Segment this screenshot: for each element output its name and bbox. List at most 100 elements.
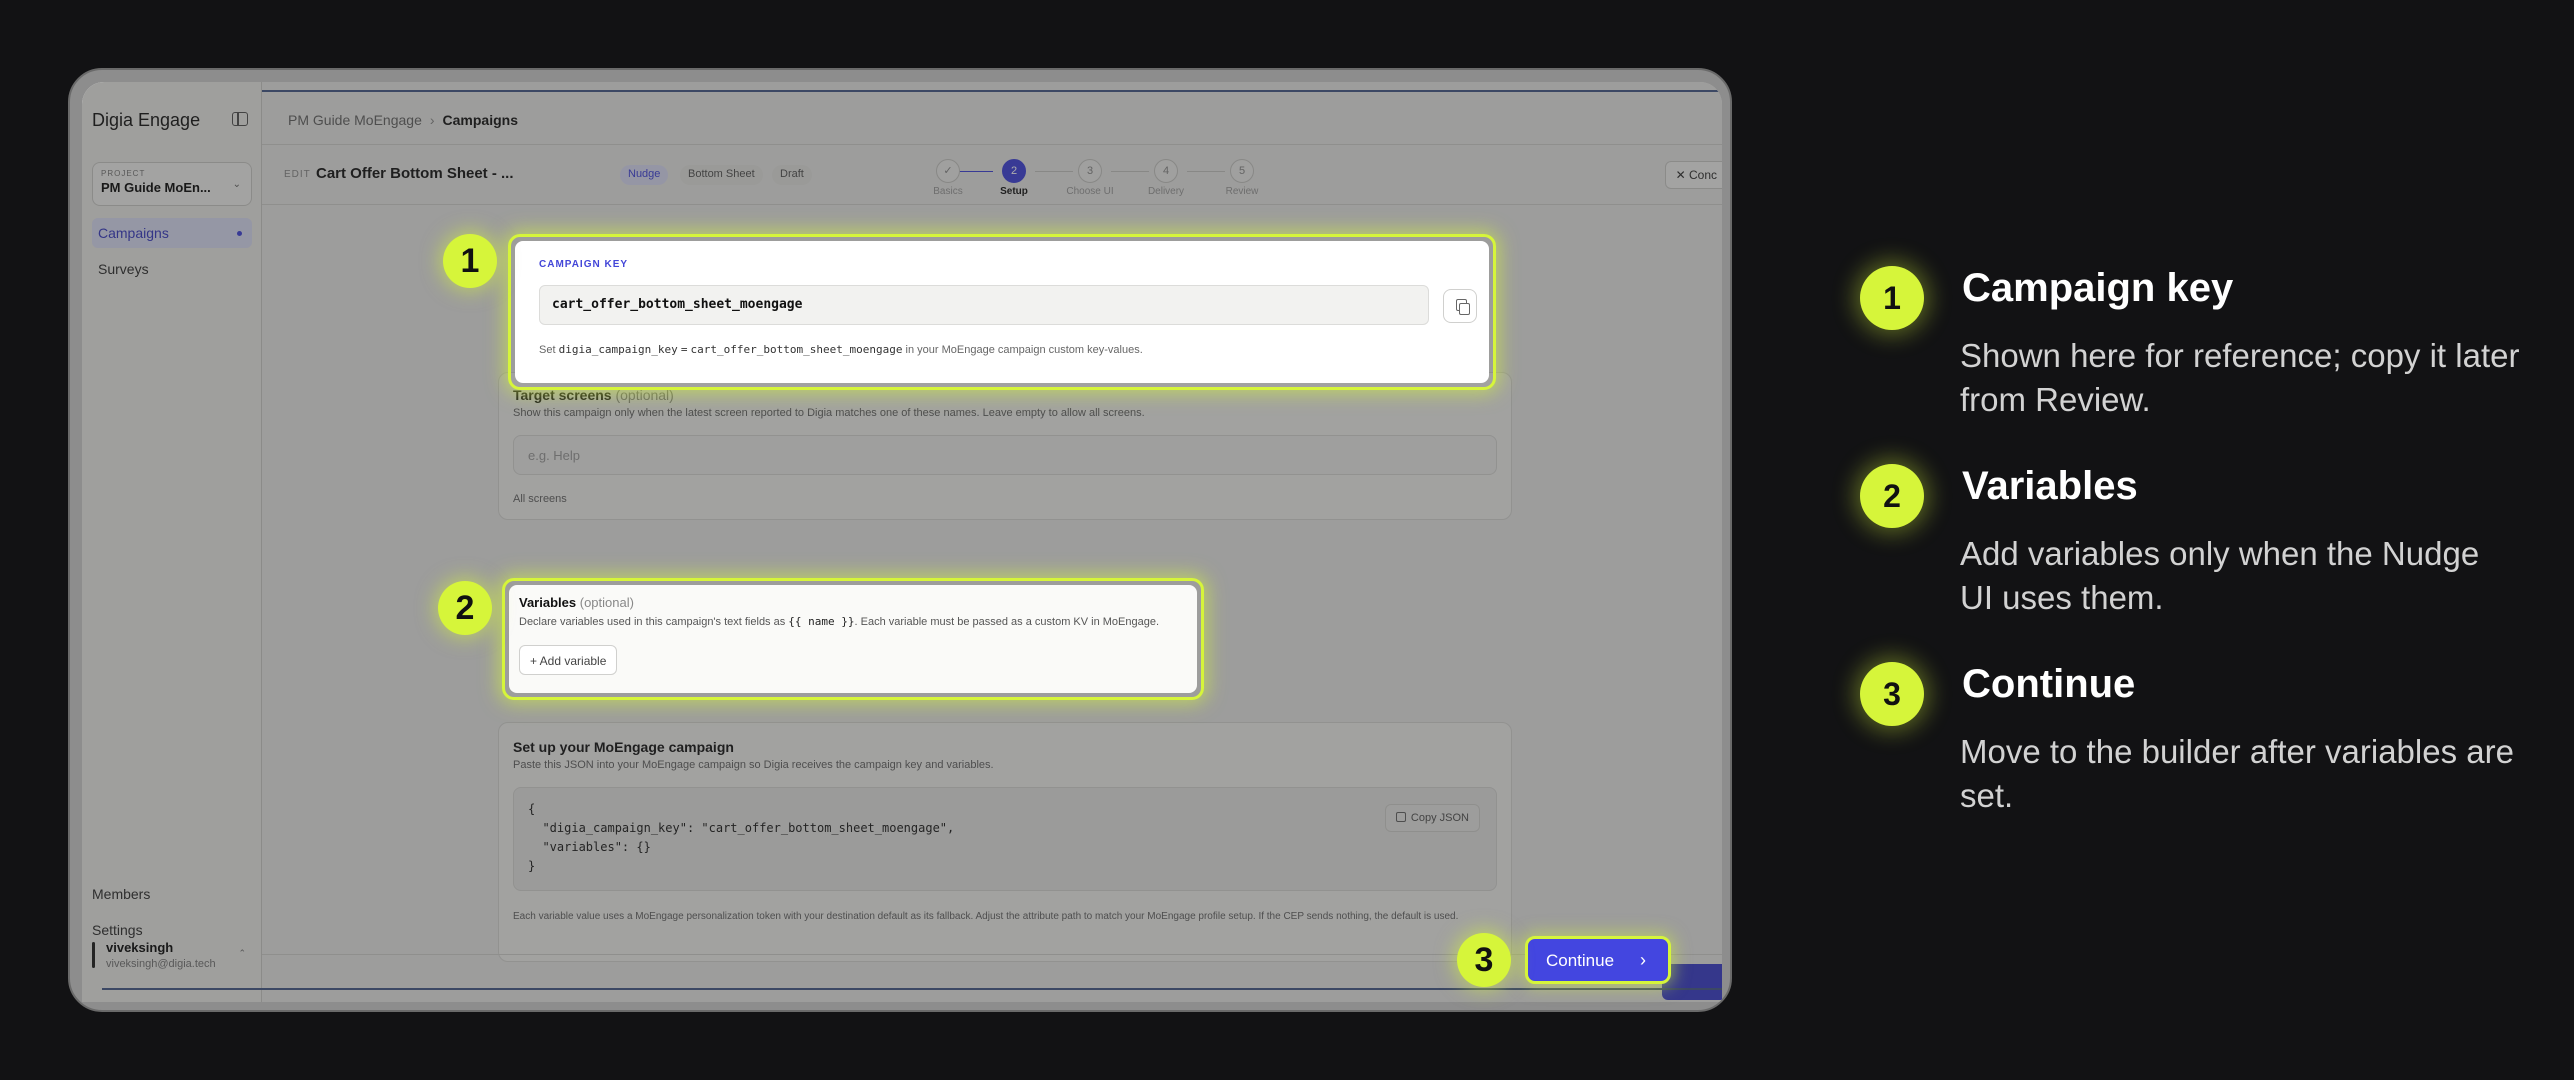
legend-title: Variables	[1962, 464, 2138, 508]
step-basics[interactable]: ✓ Basics	[918, 159, 978, 197]
step-label: Choose UI	[1066, 186, 1114, 197]
chip-bottom-sheet: Bottom Sheet	[680, 165, 763, 185]
help-code-value: cart_offer_bottom_sheet_moengage	[690, 343, 903, 356]
help-code-eq: =	[680, 343, 688, 356]
project-name: PM Guide MoEn...	[101, 180, 211, 195]
variables-desc: Declare variables used in this campaign'…	[519, 615, 1159, 628]
brand-name: Digia Engage	[92, 110, 201, 130]
campaign-key-label: CAMPAIGN KEY	[539, 259, 629, 270]
step-number: 2	[1002, 159, 1026, 183]
json-line: "digia_campaign_key": "cart_offer_bottom…	[528, 821, 955, 835]
variables-card: Variables (optional) Declare variables u…	[502, 578, 1204, 700]
callout-badge-1: 1	[443, 234, 497, 288]
help-code-key: digia_campaign_key	[558, 343, 678, 356]
step-label: Setup	[1000, 186, 1028, 197]
edit-label: EDIT	[284, 169, 311, 180]
campaign-key-card: CAMPAIGN KEY cart_offer_bottom_sheet_moe…	[508, 234, 1496, 390]
desc-text: . Each variable must be passed as a cust…	[854, 616, 1160, 628]
step-number: ✓	[936, 159, 960, 183]
callout-badge-2: 2	[438, 581, 492, 635]
user-email: viveksingh@digia.tech	[106, 958, 216, 970]
json-line: {	[528, 802, 536, 816]
help-text: Set	[539, 344, 556, 356]
continue-label: Continue	[1546, 951, 1615, 970]
legend-desc: Shown here for reference; copy it later …	[1960, 337, 2520, 418]
target-screens-hint: All screens	[513, 493, 567, 505]
step-review[interactable]: 5 Review	[1212, 159, 1272, 197]
add-variable-button[interactable]: + Add variable	[519, 645, 618, 675]
target-screens-card: Target screens (optional) Show this camp…	[498, 372, 1512, 520]
json-code-block: { "digia_campaign_key": "cart_offer_bott…	[513, 787, 1497, 891]
step-choose-ui[interactable]: 3 Choose UI	[1060, 159, 1120, 197]
moengage-setup-card: Set up your MoEngage campaign Paste this…	[498, 722, 1512, 962]
legend-badge: 2	[1860, 464, 1924, 528]
desc-text: Declare variables used in this campaign'…	[519, 616, 786, 628]
bottom-accent-line	[102, 988, 1722, 990]
legend-title: Campaign key	[1962, 266, 2234, 310]
breadcrumb-parent[interactable]: PM Guide MoEngage	[288, 112, 422, 128]
step-label: Delivery	[1147, 186, 1185, 197]
variables-title: Variables (optional)	[519, 595, 634, 610]
sidebar-item-label: Surveys	[98, 261, 149, 277]
desc-code: {{ name }}	[788, 615, 855, 628]
chevron-updown-icon: ⌃	[238, 948, 246, 958]
campaign-key-field[interactable]: cart_offer_bottom_sheet_moengage	[539, 285, 1429, 325]
chip-nudge: Nudge	[620, 165, 669, 185]
chevron-down-icon: ⌄	[232, 179, 241, 190]
optional-label: (optional)	[579, 595, 634, 610]
target-screens-input[interactable]: e.g. Help	[513, 435, 1497, 475]
copy-json-label: Copy JSON	[1410, 812, 1469, 824]
close-button[interactable]: ✕ Conc	[1664, 161, 1722, 189]
copy-json-button[interactable]: Copy JSON	[1384, 804, 1480, 832]
legend-desc: Move to the builder after variables are …	[1960, 733, 2514, 814]
campaign-key-help: Set digia_campaign_key = cart_offer_bott…	[539, 343, 1143, 356]
chevron-right-icon: ›	[429, 112, 435, 128]
edit-bar: EDIT Cart Offer Bottom Sheet - ... Nudge…	[262, 145, 1722, 205]
moengage-footnote: Each variable value uses a MoEngage pers…	[513, 911, 1459, 922]
screenshot-frame: Digia Engage PROJECT PM Guide MoEn... ⌄ …	[68, 68, 1732, 1012]
json-line: "variables": {}	[528, 840, 651, 854]
campaign-title: Cart Offer Bottom Sheet - ...	[316, 165, 514, 182]
variables-title-text: Variables	[519, 595, 577, 610]
help-text: in your MoEngage campaign custom key-val…	[905, 344, 1143, 356]
step-delivery[interactable]: 4 Delivery	[1136, 159, 1196, 197]
moengage-title: Set up your MoEngage campaign	[513, 739, 734, 755]
callout-badge-3: 3	[1457, 933, 1511, 987]
user-name: viveksingh	[106, 940, 174, 955]
legend-badge: 1	[1860, 266, 1924, 330]
sidebar: Digia Engage PROJECT PM Guide MoEn... ⌄ …	[82, 82, 262, 1002]
continue-button[interactable]: Continue ›	[1525, 936, 1671, 984]
sidebar-item-members[interactable]: Members	[92, 886, 150, 902]
sidebar-item-label: Campaigns	[98, 225, 169, 241]
project-label: PROJECT	[101, 169, 146, 178]
chevron-right-icon: ›	[1640, 950, 1646, 970]
breadcrumb: PM Guide MoEngage › Campaigns	[288, 112, 518, 128]
sidebar-item-surveys[interactable]: Surveys	[92, 254, 252, 284]
copy-icon	[1395, 812, 1406, 822]
active-dot-icon	[237, 231, 242, 236]
step-number: 3	[1078, 159, 1102, 183]
user-menu[interactable]: viveksingh viveksingh@digia.tech ⌃	[92, 938, 252, 978]
sidebar-item-settings[interactable]: Settings	[92, 922, 143, 938]
legend-badge: 3	[1860, 662, 1924, 726]
json-line: }	[528, 859, 536, 873]
step-number: 5	[1230, 159, 1254, 183]
sidebar-collapse-icon[interactable]	[232, 112, 248, 126]
continue-button-shadow	[1662, 964, 1722, 1000]
step-label: Basics	[933, 186, 963, 197]
breadcrumb-current: Campaigns	[442, 112, 518, 128]
stage: Digia Engage PROJECT PM Guide MoEn... ⌄ …	[0, 0, 2574, 1080]
step-number: 4	[1154, 159, 1178, 183]
step-setup[interactable]: 2 Setup	[984, 159, 1044, 197]
project-selector[interactable]: PROJECT PM Guide MoEn... ⌄	[92, 162, 252, 206]
top-accent-line	[102, 90, 1722, 92]
chip-draft: Draft	[772, 165, 812, 185]
avatar	[92, 942, 95, 968]
target-screens-desc: Show this campaign only when the latest …	[513, 407, 1145, 419]
legend-title: Continue	[1962, 662, 2136, 706]
sidebar-item-campaigns[interactable]: Campaigns	[92, 218, 252, 248]
step-label: Review	[1225, 186, 1259, 197]
moengage-desc: Paste this JSON into your MoEngage campa…	[513, 759, 994, 771]
legend-desc: Add variables only when the Nudge UI use…	[1960, 535, 2480, 616]
copy-key-button[interactable]	[1443, 289, 1477, 323]
